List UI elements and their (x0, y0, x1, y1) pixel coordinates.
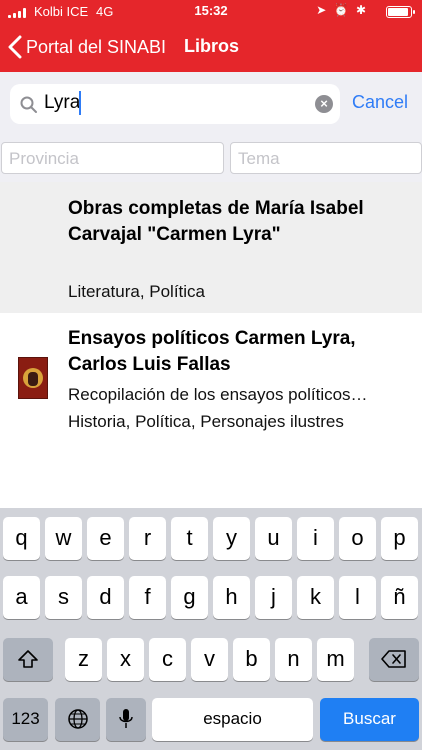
result-tags: Literatura, Política (68, 282, 206, 301)
search-icon (20, 96, 37, 113)
key[interactable]: e (87, 517, 124, 560)
on-screen-keyboard: q w e r t y u i o p a s d f g h j k l ñ … (0, 508, 422, 750)
result-description: Recopilación de los ensayos políticos… (68, 385, 368, 404)
key[interactable]: d (87, 576, 124, 619)
dictation-key[interactable] (106, 698, 146, 741)
text-caret (79, 91, 81, 115)
key[interactable]: v (191, 638, 228, 681)
key[interactable]: u (255, 517, 292, 560)
book-cover-thumbnail (18, 357, 48, 399)
result-title-line1: Ensayos políticos Carmen Lyra, (68, 328, 356, 349)
key[interactable]: x (107, 638, 144, 681)
status-bar: Kolbi ICE 4G 15:32 ➤ ⏰ ✱ (0, 0, 422, 24)
result-tags: Historia, Política, Personajes ilustres (68, 412, 344, 431)
result-title-line2: Carlos Luis Fallas (68, 354, 231, 375)
key[interactable]: z (65, 638, 102, 681)
key[interactable]: q (3, 517, 40, 560)
key[interactable]: r (129, 517, 166, 560)
key[interactable]: p (381, 517, 418, 560)
cancel-button[interactable]: Cancel (352, 92, 408, 113)
key[interactable]: b (233, 638, 270, 681)
globe-key[interactable] (55, 698, 100, 741)
key[interactable]: j (255, 576, 292, 619)
province-filter-field[interactable]: Provincia (1, 142, 224, 174)
page-title: Libros (184, 36, 240, 56)
topic-filter-field[interactable]: Tema (230, 142, 422, 174)
shift-icon (18, 650, 38, 668)
globe-icon (67, 709, 88, 729)
key[interactable]: o (339, 517, 376, 560)
battery-icon (386, 6, 415, 18)
key[interactable]: f (129, 576, 166, 619)
space-key[interactable]: espacio (152, 698, 313, 741)
shift-key[interactable] (3, 638, 53, 681)
microphone-icon (119, 709, 133, 728)
search-key[interactable]: Buscar (320, 698, 419, 741)
key[interactable]: y (213, 517, 250, 560)
key[interactable]: h (213, 576, 250, 619)
key[interactable]: m (317, 638, 354, 681)
back-label: Portal del SINABI (26, 36, 167, 57)
status-icons: ➤ ⏰ ✱ (316, 3, 368, 17)
key[interactable]: l (339, 576, 376, 619)
key[interactable]: w (45, 517, 82, 560)
key[interactable]: a (3, 576, 40, 619)
key[interactable]: c (149, 638, 186, 681)
key[interactable]: ñ (381, 576, 418, 619)
delete-key[interactable] (369, 638, 419, 681)
chevron-left-icon (8, 35, 22, 59)
key[interactable]: t (171, 517, 208, 560)
result-title-line1: Obras completas de María Isabel (68, 198, 364, 219)
key[interactable]: g (171, 576, 208, 619)
backspace-icon (381, 650, 406, 668)
key[interactable]: n (275, 638, 312, 681)
back-button[interactable]: Portal del SINABI (8, 32, 166, 62)
key[interactable]: k (297, 576, 334, 619)
key[interactable]: s (45, 576, 82, 619)
search-input-value: Lyra (44, 92, 81, 113)
result-title-line2: Carvajal "Carmen Lyra" (68, 224, 281, 245)
key[interactable]: i (297, 517, 334, 560)
numbers-key[interactable]: 123 (3, 698, 48, 741)
clear-search-icon[interactable]: × (315, 95, 333, 113)
